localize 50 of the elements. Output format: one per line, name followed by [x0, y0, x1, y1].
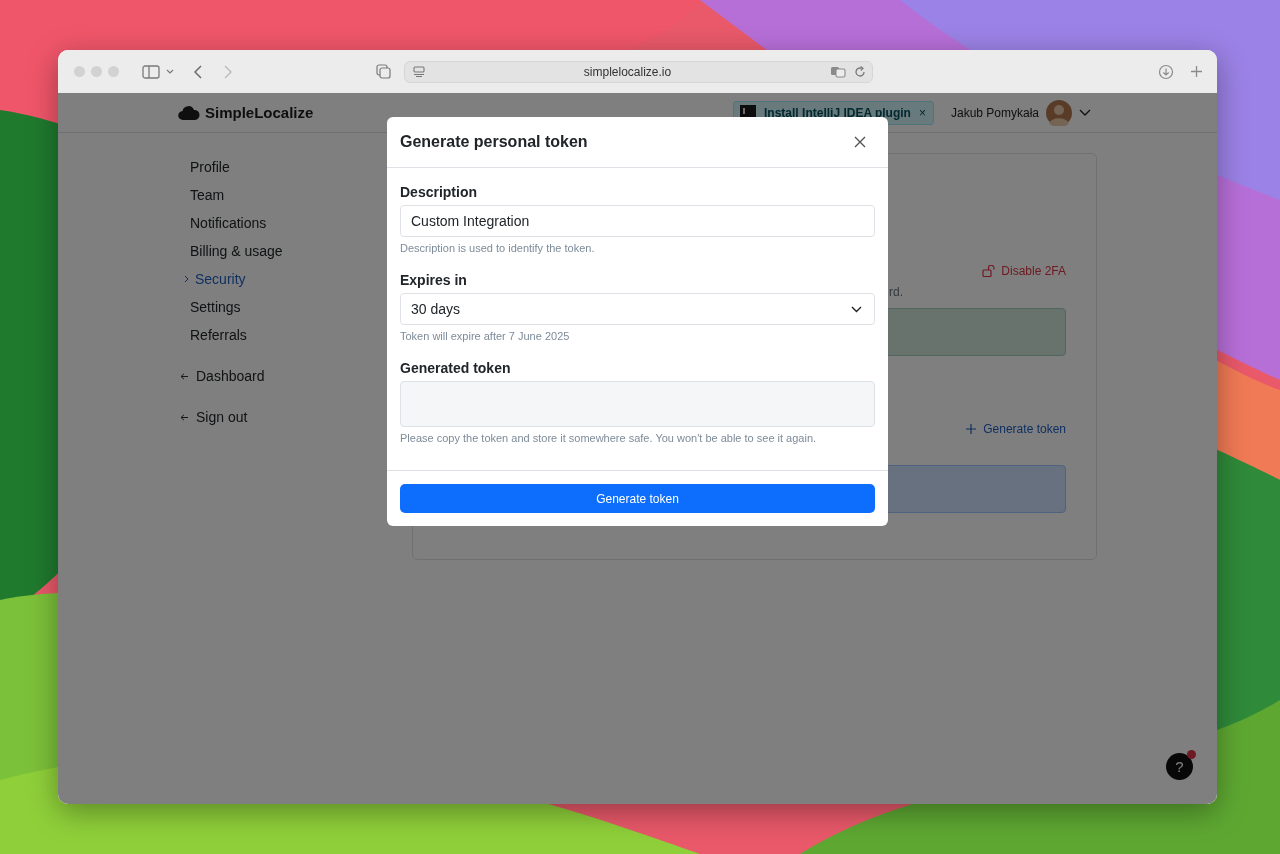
sidebar-item[interactable]: Settings — [178, 293, 241, 321]
description-field[interactable]: Custom Integration — [400, 205, 875, 237]
close-button[interactable]: × — [918, 105, 926, 120]
plus-icon — [966, 424, 977, 434]
sidebar-icon[interactable] — [142, 64, 160, 79]
sidebar-item[interactable]: Notifications — [178, 209, 267, 237]
reload-icon[interactable] — [854, 65, 866, 78]
cloud-icon — [178, 104, 200, 121]
sidebar-item[interactable]: Sign out — [178, 403, 248, 431]
sidebar-item[interactable]: Dashboard — [178, 362, 265, 390]
help-text: Please copy the token and store it somewhere safe. You won't be able to see it again. — [400, 432, 818, 444]
logo-text: SimpleLocalize — [205, 104, 314, 121]
arrow-left-icon — [180, 413, 188, 421]
token-field[interactable] — [400, 381, 875, 427]
close-icon[interactable] — [854, 136, 866, 148]
plus-icon[interactable] — [1190, 65, 1203, 78]
avatar[interactable] — [1046, 99, 1072, 126]
back-icon[interactable] — [194, 64, 202, 79]
chevron-down-icon[interactable] — [166, 68, 174, 75]
chevron-down-icon — [851, 305, 862, 313]
generate-token-button[interactable]: Generate token — [400, 484, 875, 513]
download-icon[interactable] — [1158, 63, 1174, 80]
field-label: Description — [400, 184, 478, 200]
help-text: Description is used to identify the token. — [400, 242, 596, 254]
sidebar-item[interactable]: Profile — [178, 153, 230, 181]
sidebar-item[interactable]: Team — [178, 181, 225, 209]
forward-icon — [224, 64, 232, 79]
generate-token-link[interactable]: Generate token — [966, 422, 1066, 436]
address-bar[interactable]: simplelocalize.io — [404, 60, 873, 83]
tabs-icon[interactable] — [376, 64, 391, 79]
translate-icon[interactable] — [830, 65, 846, 78]
disable-2fa-link[interactable]: Disable 2FA — [982, 264, 1066, 278]
field-label: Expires in — [400, 272, 468, 288]
chevron-right-icon — [184, 275, 189, 283]
help-text: Token will expire after 7 June 2025 — [400, 330, 571, 342]
sidebar-item[interactable]: Security — [178, 265, 246, 293]
expiry-select[interactable]: 30 days — [400, 293, 875, 325]
chevron-down-icon[interactable] — [1079, 108, 1091, 117]
field-label: Generated token — [400, 360, 512, 376]
url-text: simplelocalize.io — [582, 64, 673, 79]
sidebar-item[interactable]: Billing & usage — [178, 237, 283, 265]
help-button[interactable]: ? — [1166, 753, 1193, 780]
description-text: rd. — [889, 285, 903, 299]
page-menu-icon[interactable] — [413, 66, 425, 77]
dialog-title: Generate personal token — [400, 133, 588, 151]
unlock-icon — [982, 265, 996, 277]
user-name[interactable]: Jakub Pomykała — [950, 105, 1039, 120]
arrow-left-icon — [180, 372, 188, 380]
sidebar-item[interactable]: Referrals — [178, 321, 247, 349]
banner-text[interactable]: Install IntelliJ IDEA plugin — [764, 105, 911, 120]
